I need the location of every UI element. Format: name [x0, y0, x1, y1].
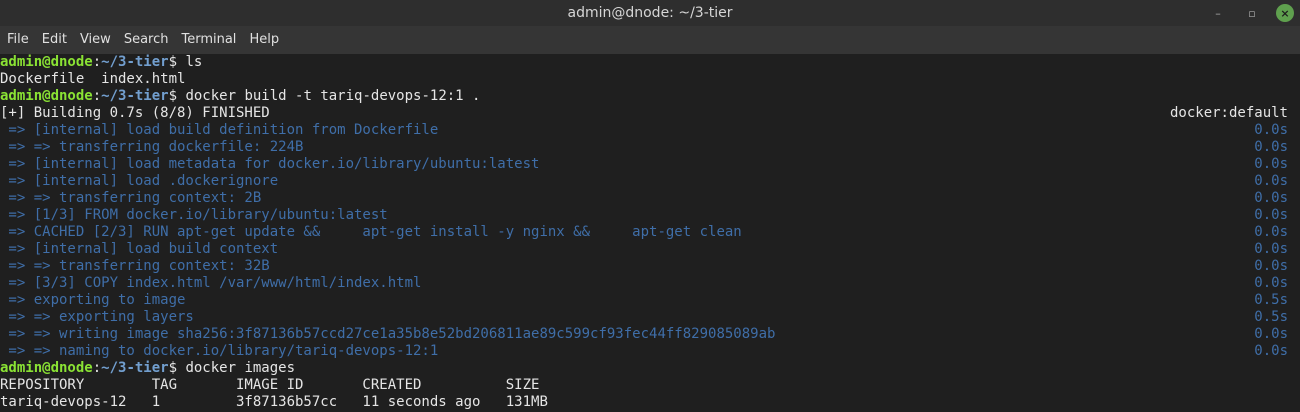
- build-step: => => writing image sha256:3f87136b57ccd…: [0, 326, 1300, 343]
- build-step-text: => [internal] load build context: [0, 241, 279, 257]
- command-line: admin@dnode:~/3-tier$ ls: [0, 54, 1300, 71]
- build-header: [+] Building 0.7s (8/8) FINISHED docker:d…: [0, 105, 1300, 122]
- build-step-text: => [internal] load metadata for docker.i…: [0, 156, 540, 172]
- prompt-user: admin@dnode: [0, 54, 93, 70]
- build-step: => [1/3] FROM docker.io/library/ubuntu:l…: [0, 207, 1300, 224]
- build-step-time: 0.0s: [1254, 241, 1288, 257]
- build-step-text: => [1/3] FROM docker.io/library/ubuntu:l…: [0, 207, 388, 223]
- minimize-icon[interactable]: –: [1208, 3, 1228, 23]
- prompt-path: ~/3-tier: [101, 360, 169, 376]
- prompt-dollar: $: [168, 88, 186, 104]
- build-step-time: 0.5s: [1254, 309, 1288, 325]
- prompt-path: ~/3-tier: [101, 88, 169, 104]
- build-step: => [internal] load metadata for docker.i…: [0, 156, 1300, 173]
- build-step: => [internal] load .dockerignore 0.0s: [0, 173, 1300, 190]
- build-step: => => transferring context: 2B 0.0s: [0, 190, 1300, 207]
- terminal-output[interactable]: admin@dnode:~/3-tier$ ls Dockerfile inde…: [0, 54, 1300, 412]
- build-step-text: => => exporting layers: [0, 309, 194, 325]
- build-step-time: 0.0s: [1254, 207, 1288, 223]
- build-step: => [3/3] COPY index.html /var/www/html/i…: [0, 275, 1300, 292]
- build-step-time: 0.0s: [1254, 173, 1288, 189]
- prompt-colon: :: [92, 360, 102, 376]
- build-step: => exporting to image 0.5s: [0, 292, 1300, 309]
- command-line: admin@dnode:~/3-tier$ docker images: [0, 360, 1300, 377]
- build-step-text: => [3/3] COPY index.html /var/www/html/i…: [0, 275, 422, 291]
- menu-edit[interactable]: Edit: [37, 26, 75, 54]
- build-step: => [internal] load build context 0.0s: [0, 241, 1300, 258]
- menu-search[interactable]: Search: [119, 26, 177, 54]
- build-context: docker:default: [1169, 105, 1288, 121]
- prompt-user: admin@dnode: [0, 360, 93, 376]
- command-text: docker images: [185, 360, 296, 376]
- menu-terminal[interactable]: Terminal: [176, 26, 244, 54]
- build-step: => => transferring context: 32B 0.0s: [0, 258, 1300, 275]
- menu-bar: File Edit View Search Terminal Help: [0, 26, 1300, 54]
- title-bar[interactable]: admin@dnode: ~/3-tier – ▫ ×: [0, 0, 1300, 26]
- build-step-time: 0.0s: [1254, 139, 1288, 155]
- prompt-path: ~/3-tier: [101, 54, 169, 70]
- build-step-time: 0.0s: [1254, 122, 1288, 138]
- prompt-dollar: $: [168, 360, 186, 376]
- build-step-text: => CACHED [2/3] RUN apt-get update && ap…: [0, 224, 742, 240]
- terminal-window: admin@dnode: ~/3-tier – ▫ × File Edit Vi…: [0, 0, 1300, 412]
- build-step-text: => [internal] load .dockerignore: [0, 173, 279, 189]
- command-text: docker build -t tariq-devops-12:1 .: [185, 88, 481, 104]
- window-title: admin@dnode: ~/3-tier: [567, 5, 733, 21]
- build-status: [+] Building 0.7s (8/8) FINISHED: [0, 105, 270, 121]
- build-step-time: 0.5s: [1254, 292, 1288, 308]
- command-text: ls: [185, 54, 203, 70]
- build-step-text: => => transferring context: 32B: [0, 258, 270, 274]
- build-step-text: => => transferring dockerfile: 224B: [0, 139, 304, 155]
- build-step-text: => [internal] load build definition from…: [0, 122, 439, 138]
- images-table-header: REPOSITORY TAG IMAGE ID CREATED SIZE: [0, 377, 540, 393]
- build-step-text: => => transferring context: 2B: [0, 190, 262, 206]
- menu-file[interactable]: File: [2, 26, 37, 54]
- build-step-text: => => writing image sha256:3f87136b57ccd…: [0, 326, 776, 342]
- maximize-icon[interactable]: ▫: [1242, 3, 1262, 23]
- build-step-text: => => naming to docker.io/library/tariq-…: [0, 343, 439, 359]
- build-step-time: 0.0s: [1254, 343, 1288, 359]
- prompt-user: admin@dnode: [0, 88, 93, 104]
- images-table-row: tariq-devops-12 1 3f87136b57cc 11 second…: [0, 394, 548, 410]
- output-line: Dockerfile index.html: [0, 71, 186, 87]
- build-step-time: 0.0s: [1254, 156, 1288, 172]
- prompt-colon: :: [92, 54, 102, 70]
- menu-view[interactable]: View: [75, 26, 119, 54]
- build-step-time: 0.0s: [1254, 258, 1288, 274]
- window-controls: – ▫ ×: [1208, 3, 1294, 23]
- command-line: admin@dnode:~/3-tier$ docker build -t ta…: [0, 88, 1300, 105]
- build-step-time: 0.0s: [1254, 326, 1288, 342]
- menu-help[interactable]: Help: [244, 26, 287, 54]
- build-step-time: 0.0s: [1254, 224, 1288, 240]
- build-step: => [internal] load build definition from…: [0, 122, 1300, 139]
- build-step: => => naming to docker.io/library/tariq-…: [0, 343, 1300, 360]
- build-step-text: => exporting to image: [0, 292, 186, 308]
- prompt-dollar: $: [168, 54, 186, 70]
- build-step: => => transferring dockerfile: 224B 0.0s: [0, 139, 1300, 156]
- build-step: => => exporting layers 0.5s: [0, 309, 1300, 326]
- close-icon[interactable]: ×: [1276, 4, 1294, 22]
- build-step-time: 0.0s: [1254, 275, 1288, 291]
- prompt-colon: :: [92, 88, 102, 104]
- build-step-time: 0.0s: [1254, 190, 1288, 206]
- build-step: => CACHED [2/3] RUN apt-get update && ap…: [0, 224, 1300, 241]
